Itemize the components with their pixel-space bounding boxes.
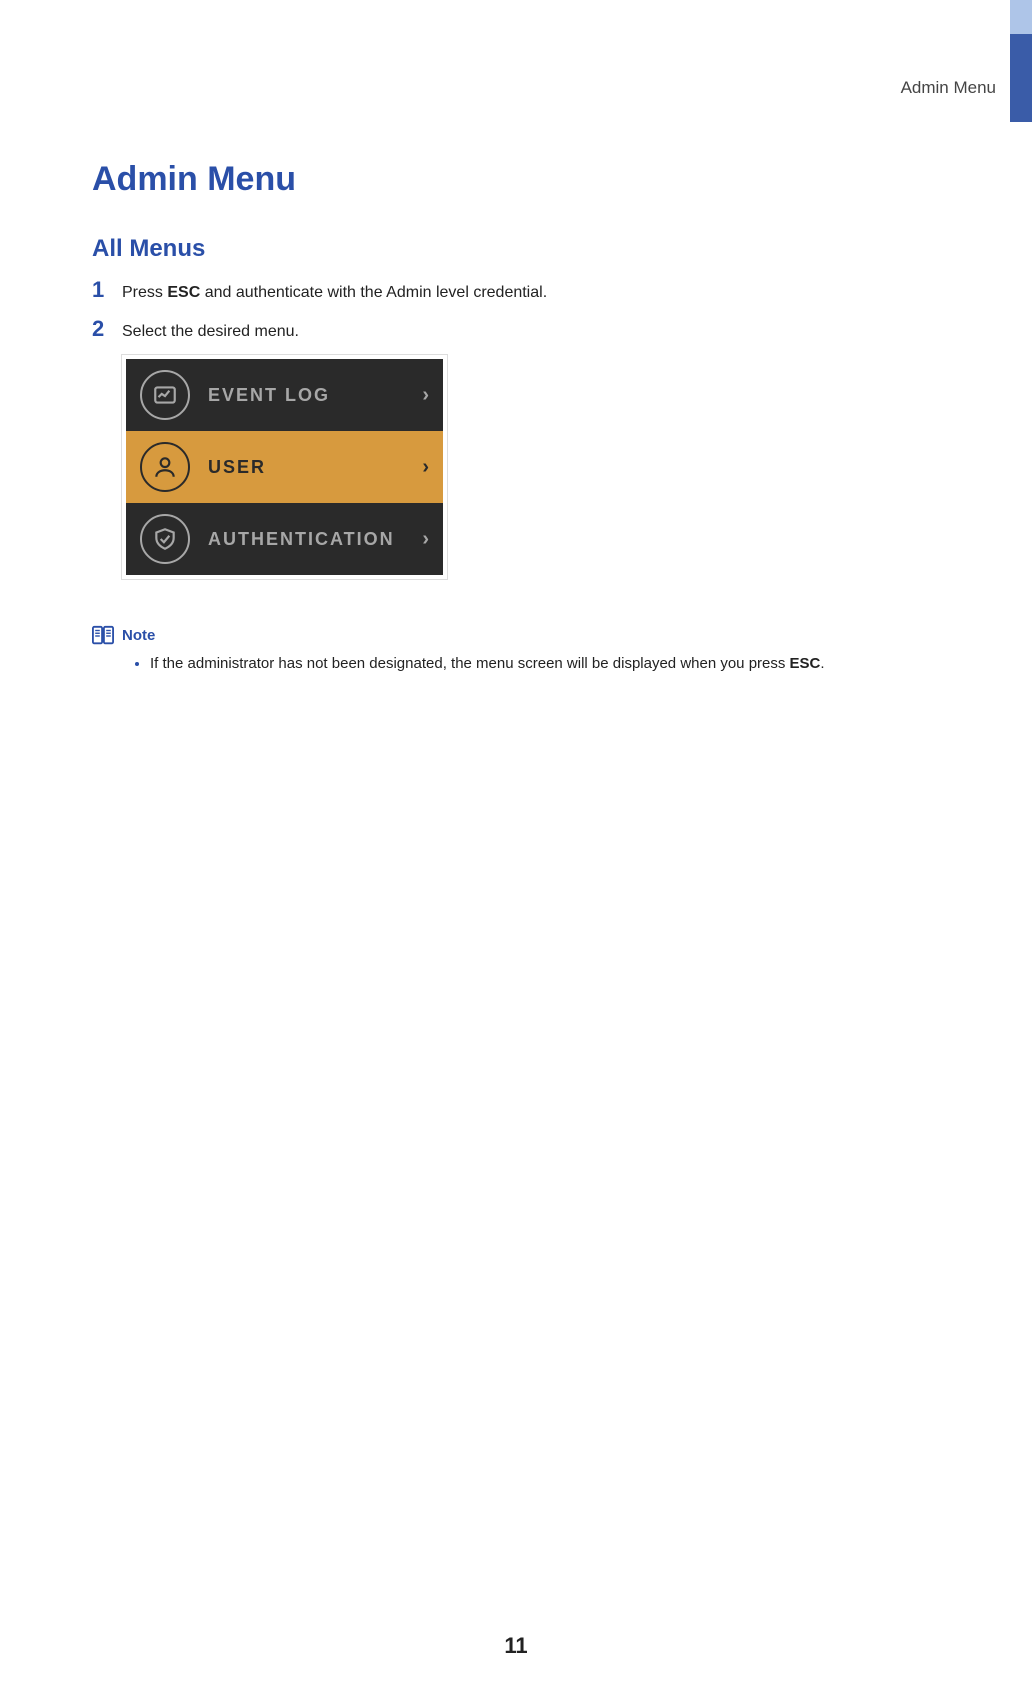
page-number: 11 [0, 1633, 1032, 1659]
step-2: 2 Select the desired menu. [92, 316, 940, 343]
chevron-right-icon: › [422, 384, 429, 407]
chevron-right-icon: › [422, 456, 429, 479]
user-icon [140, 442, 190, 492]
menu-label-authentication: AUTHENTICATION [208, 529, 422, 550]
step-2-number: 2 [92, 316, 122, 342]
device-menu-screenshot: EVENT LOG › USER › AUTHENTICATION › [122, 355, 447, 579]
chevron-right-icon: › [422, 528, 429, 551]
step-1-key: ESC [167, 284, 200, 301]
page-header-section: Admin Menu [901, 78, 996, 98]
note-icon [92, 625, 114, 645]
note-bullets: If the administrator has not been design… [92, 653, 940, 676]
page-content: Admin Menu All Menus 1 Press ESC and aut… [92, 160, 940, 676]
note-title: Note [122, 627, 155, 644]
note-item-1-prefix: If the administrator has not been design… [150, 655, 790, 672]
step-2-text: Select the desired menu. [122, 320, 299, 343]
menu-item-authentication[interactable]: AUTHENTICATION › [126, 503, 443, 575]
menu-item-event-log[interactable]: EVENT LOG › [126, 359, 443, 431]
step-1-number: 1 [92, 277, 122, 303]
note-item-1-suffix: . [820, 655, 824, 672]
menu-label-event-log: EVENT LOG [208, 385, 422, 406]
menu-item-user[interactable]: USER › [126, 431, 443, 503]
auth-icon [140, 514, 190, 564]
note-item-1: If the administrator has not been design… [150, 653, 940, 676]
note-head: Note [92, 625, 940, 645]
heading-all-menus: All Menus [92, 235, 940, 263]
step-1-suffix: and authenticate with the Admin level cr… [200, 284, 547, 301]
note-block: Note If the administrator has not been d… [92, 625, 940, 676]
step-1-prefix: Press [122, 284, 167, 301]
side-tab-dark [1010, 34, 1032, 122]
side-tab-light [1010, 0, 1032, 34]
step-1-text: Press ESC and authenticate with the Admi… [122, 281, 547, 304]
eventlog-icon [140, 370, 190, 420]
menu-label-user: USER [208, 457, 422, 478]
heading-admin-menu: Admin Menu [92, 160, 940, 199]
note-item-1-key: ESC [790, 655, 821, 672]
step-1: 1 Press ESC and authenticate with the Ad… [92, 277, 940, 304]
